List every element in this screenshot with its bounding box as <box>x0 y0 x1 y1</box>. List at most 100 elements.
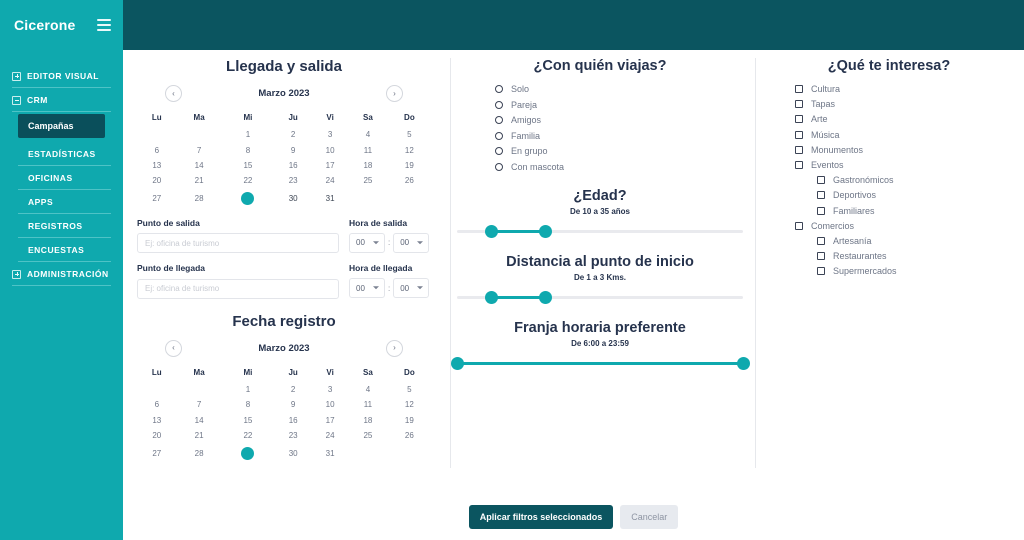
calendar-day[interactable]: 5 <box>388 382 431 397</box>
checkbox-icon[interactable] <box>795 85 803 93</box>
calendar-day[interactable]: 9 <box>274 142 312 157</box>
collapse-minus-icon[interactable] <box>12 95 21 105</box>
calendar-day[interactable]: 9 <box>274 397 312 412</box>
arrival-hour-select[interactable]: 00 <box>349 278 385 299</box>
next-month-icon[interactable]: › <box>385 85 403 102</box>
checkbox-icon[interactable] <box>795 115 803 124</box>
checkbox-option-tapas[interactable]: Tapas <box>795 99 1005 109</box>
age-range-slider[interactable] <box>457 224 743 238</box>
sidebar-item-encuestas[interactable]: ENCUESTAS <box>18 238 111 262</box>
calendar-day[interactable]: 27 <box>137 443 177 462</box>
calendar-day[interactable]: 13 <box>137 158 177 173</box>
calendar-day[interactable]: 7 <box>177 142 222 157</box>
calendar-day[interactable]: 11 <box>348 142 388 157</box>
calendar-day[interactable]: 2 <box>274 127 312 142</box>
checkbox-option-supermercados[interactable]: Supermercados <box>795 266 1005 276</box>
slider-handle-min[interactable] <box>450 356 464 370</box>
radio-option-solo[interactable]: Solo <box>495 84 743 94</box>
calendar-day[interactable]: 28 <box>177 189 222 208</box>
sidebar-item-crm[interactable]: CRM <box>12 88 111 112</box>
checkbox-icon[interactable] <box>817 191 825 200</box>
calendar-day[interactable]: 30 <box>274 189 312 208</box>
sidebar-item-oficinas[interactable]: OFICINAS <box>18 166 111 190</box>
calendar-day[interactable] <box>137 382 177 397</box>
slider-handle-max[interactable] <box>539 224 553 238</box>
calendar-day[interactable]: 10 <box>312 397 348 412</box>
calendar-day[interactable]: 25 <box>348 173 388 188</box>
calendar-day[interactable]: 8 <box>222 397 275 412</box>
radio-option-en-grupo[interactable]: En grupo <box>495 146 743 156</box>
apply-filters-button[interactable]: Aplicar filtros seleccionados <box>468 505 614 529</box>
calendar-day[interactable]: 26 <box>388 173 431 188</box>
expand-plus-icon[interactable] <box>12 269 21 279</box>
departure-hour-select[interactable]: 00 <box>349 232 385 253</box>
calendar-day[interactable]: 4 <box>348 127 388 142</box>
checkbox-icon[interactable] <box>817 206 825 215</box>
sidebar-item-registros[interactable]: REGISTROS <box>18 214 111 238</box>
sidebar-item-estadisticas[interactable]: ESTADÍSTICAS <box>18 142 111 166</box>
next-month-icon[interactable]: › <box>385 339 403 357</box>
checkbox-option-gastronomicos[interactable]: Gastronómicos <box>795 175 1005 185</box>
checkbox-option-monumentos[interactable]: Monumentos <box>795 145 1005 155</box>
checkbox-icon[interactable] <box>817 176 825 185</box>
calendar-day[interactable]: 12 <box>388 397 431 412</box>
calendar-day[interactable]: 4 <box>348 382 388 397</box>
calendar-day[interactable]: 30 <box>274 443 312 462</box>
calendar-day[interactable]: 7 <box>177 397 222 412</box>
calendar-day[interactable]: 14 <box>177 413 222 428</box>
calendar-day[interactable]: 3 <box>312 382 348 397</box>
calendar-day[interactable]: 17 <box>312 413 348 428</box>
calendar-day[interactable] <box>348 443 388 462</box>
slider-handle-max[interactable] <box>539 290 553 304</box>
calendar-day[interactable] <box>177 127 222 142</box>
checkbox-option-musica[interactable]: Música <box>795 130 1005 140</box>
checkbox-icon[interactable] <box>817 267 825 276</box>
checkbox-icon[interactable] <box>795 130 803 139</box>
calendar-day[interactable]: 21 <box>177 173 222 188</box>
calendar-day[interactable]: 19 <box>388 413 431 428</box>
calendar-day[interactable]: 22 <box>222 173 275 188</box>
calendar-day[interactable]: 23 <box>274 428 312 443</box>
sidebar-item-editor-visual[interactable]: EDITOR VISUAL <box>12 64 111 88</box>
radio-icon[interactable] <box>495 162 503 171</box>
checkbox-option-eventos[interactable]: Eventos <box>795 160 1005 170</box>
calendar-day[interactable]: 2 <box>274 382 312 397</box>
prev-month-icon[interactable]: ‹ <box>165 339 182 357</box>
radio-icon[interactable] <box>495 131 503 140</box>
calendar-day[interactable]: 23 <box>274 173 312 188</box>
checkbox-icon[interactable] <box>817 236 825 245</box>
hamburger-icon[interactable] <box>97 19 111 31</box>
slider-handle-min[interactable] <box>484 290 498 304</box>
departure-point-input[interactable] <box>137 233 339 254</box>
checkbox-option-familiares[interactable]: Familiares <box>795 206 1005 216</box>
sidebar-item-administracion[interactable]: ADMINISTRACIÓN <box>12 262 111 286</box>
radio-icon[interactable] <box>495 116 503 124</box>
checkbox-option-deportivos[interactable]: Deportivos <box>795 190 1005 200</box>
calendar-day[interactable]: 26 <box>388 428 431 443</box>
calendar-day[interactable]: 18 <box>348 413 388 428</box>
timeband-range-slider[interactable] <box>450 356 750 370</box>
slider-handle-max[interactable] <box>736 356 750 370</box>
radio-option-amigos[interactable]: Amigos <box>495 115 743 125</box>
calendar-day[interactable]: 14 <box>177 158 222 173</box>
arrival-minute-select[interactable]: 00 <box>393 278 430 299</box>
calendar-day-selected[interactable]: 29 <box>222 443 275 462</box>
radio-icon[interactable] <box>495 100 503 109</box>
checkbox-option-comercios[interactable]: Comercios <box>795 221 1005 231</box>
checkbox-icon[interactable] <box>795 160 803 169</box>
calendar-day[interactable]: 20 <box>137 173 177 188</box>
radio-icon[interactable] <box>495 85 503 93</box>
calendar-day[interactable]: 6 <box>137 142 177 157</box>
calendar-day[interactable]: 15 <box>222 413 275 428</box>
calendar-day[interactable]: 17 <box>312 158 348 173</box>
radio-option-pareja[interactable]: Pareja <box>495 100 743 110</box>
calendar-day[interactable]: 24 <box>312 173 348 188</box>
checkbox-option-artesania[interactable]: Artesanía <box>795 236 1005 246</box>
calendar-day[interactable]: 31 <box>312 443 348 462</box>
departure-minute-select[interactable]: 00 <box>393 232 430 253</box>
checkbox-option-arte[interactable]: Arte <box>795 114 1005 124</box>
calendar-day[interactable]: 1 <box>222 127 275 142</box>
calendar-day[interactable]: 24 <box>312 428 348 443</box>
calendar-day[interactable]: 3 <box>312 127 348 142</box>
checkbox-icon[interactable] <box>795 100 803 109</box>
